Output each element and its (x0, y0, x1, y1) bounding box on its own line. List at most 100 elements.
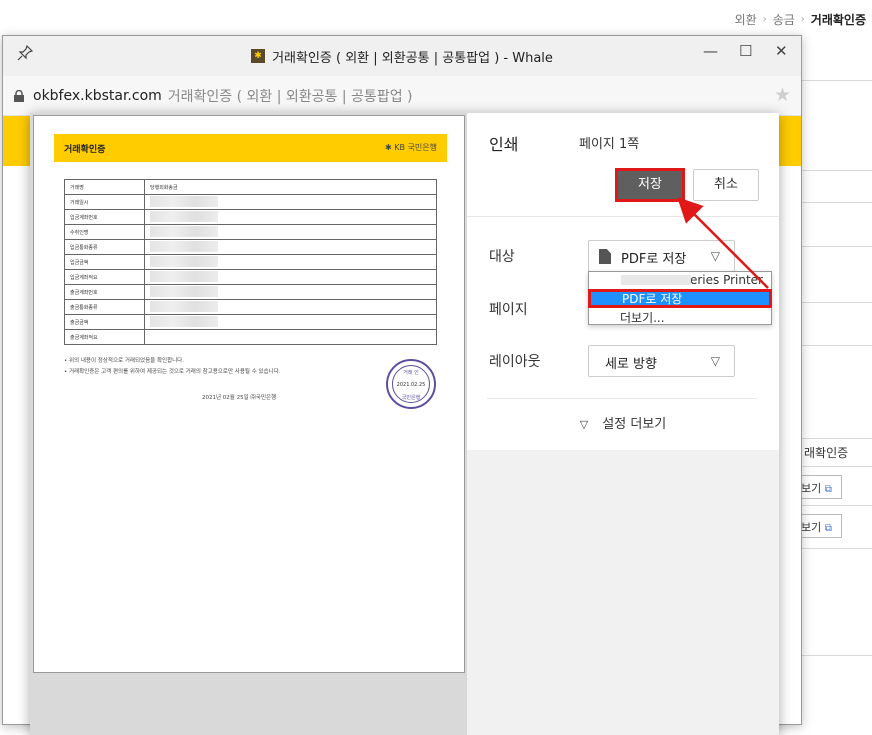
doc-row-label: 입금통화종류 (64, 239, 145, 255)
print-preview: 거래확인증 ✱ KB 국민은행 거래명 당행외화송금 거래일시 입금계좌번호 수취인명 입… (30, 113, 467, 735)
bank-logo: ✱ KB 국민은행 (385, 143, 437, 152)
destination-value: PDF로 저장 (621, 252, 687, 267)
cancel-button[interactable]: 취소 (693, 169, 759, 201)
divider (800, 655, 872, 656)
breadcrumb-item[interactable]: 외환 (735, 11, 757, 28)
doc-title-bar: 거래확인증 ✱ KB 국민은행 (54, 134, 447, 162)
doc-row-label: 입금금액 (64, 254, 145, 270)
column-header: 래확인증 (804, 446, 849, 460)
doc-table-row: 거래명 당행외화송금 (64, 179, 437, 195)
divider (800, 170, 872, 171)
doc-row-value: 당행외화송금 (144, 179, 437, 195)
doc-row-label: 입금계좌번호 (64, 209, 145, 225)
redacted-text (150, 270, 218, 282)
doc-row-value (144, 269, 437, 285)
redacted-text (150, 315, 218, 327)
maximize-icon[interactable]: ☐ (739, 42, 752, 60)
doc-table-row: 입금금액 (64, 254, 437, 270)
destination-select[interactable]: PDF로 저장 ▽ (588, 240, 735, 272)
doc-table-row: 출금계좌번호 (64, 284, 437, 300)
doc-table-row: 출금통화종류 (64, 299, 437, 315)
doc-table-row: 수취인명 (64, 224, 437, 240)
destination-dropdown: series Printer PDF로 저장 더보기... (588, 271, 772, 325)
divider (800, 246, 872, 247)
dropdown-option-save-pdf[interactable]: PDF로 저장 (588, 289, 772, 308)
divider (800, 302, 872, 303)
pin-icon[interactable] (17, 44, 34, 65)
doc-row-label: 수취인명 (64, 224, 145, 240)
divider (800, 80, 872, 81)
view-button[interactable]: 보기 ⧉ (796, 514, 842, 538)
more-settings-button[interactable]: ▽ 설정 더보기 (467, 413, 779, 432)
breadcrumb-separator-icon: › (800, 14, 805, 25)
redacted-text (621, 275, 691, 285)
window-titlebar[interactable]: ✱ 거래확인증 ( 외환 | 외환공통 | 공통팝업 ) - Whale — ☐… (3, 36, 801, 76)
bookmark-star-icon[interactable]: ★ (774, 84, 791, 106)
breadcrumb-separator-icon: › (762, 14, 767, 25)
layout-label: 레이아웃 (489, 354, 541, 370)
doc-row-label: 입금계좌적요 (64, 269, 145, 285)
site-favicon-icon: ✱ (251, 49, 266, 63)
breadcrumb-item[interactable]: 송금 (773, 11, 795, 28)
page-count: 페이지 1쪽 (579, 137, 640, 152)
doc-row-value (144, 329, 437, 345)
url-page-title: 거래확인증 ( 외환 | 외환공통 | 공통팝업 ) (167, 88, 413, 105)
view-button-label: 보기 (801, 521, 822, 534)
doc-row-label: 출금계좌번호 (64, 284, 145, 300)
print-dialog: 거래확인증 ✱ KB 국민은행 거래명 당행외화송금 거래일시 입금계좌번호 수취인명 입… (30, 113, 779, 735)
doc-row-label: 출금금액 (64, 314, 145, 330)
breadcrumb: 외환 › 송금 › 거래확인증 (735, 11, 866, 28)
minimize-icon[interactable]: — (703, 42, 718, 60)
divider (800, 548, 872, 549)
doc-table-row: 입금통화종류 (64, 239, 437, 255)
view-button[interactable]: 보기 ⧉ (796, 475, 842, 499)
divider (800, 202, 872, 203)
destination-label: 대상 (489, 249, 515, 265)
layout-value: 세로 방향 (605, 357, 657, 372)
dropdown-option-printer[interactable]: series Printer (589, 272, 771, 288)
save-button[interactable]: 저장 (615, 168, 685, 202)
doc-row-value (144, 314, 437, 330)
more-settings-label: 설정 더보기 (602, 417, 667, 432)
doc-row-label: 출금통화종류 (64, 299, 145, 315)
redacted-text (150, 285, 218, 297)
print-title: 인쇄 (489, 135, 519, 154)
doc-note: • 거래확인증은 고객 편의를 위하여 제공되는 것으로 거래의 참고용으로만 … (64, 369, 281, 375)
doc-row-label: 거래일시 (64, 194, 145, 210)
redacted-text (150, 195, 218, 207)
popup-window: ✱ 거래확인증 ( 외환 | 외환공통 | 공통팝업 ) - Whale — ☐… (2, 35, 802, 735)
doc-title: 거래확인증 (64, 145, 106, 155)
doc-note: • 위의 내용이 정상적으로 거래되었음을 확인합니다. (64, 358, 184, 364)
doc-issue-date: 2021년 02월 25일 ㈜국민은행 (202, 395, 277, 401)
dropdown-option-more[interactable]: 더보기... (589, 308, 771, 325)
external-link-icon: ⧉ (824, 523, 832, 534)
url-host: okbfex.kbstar.com (33, 87, 162, 104)
divider (800, 466, 872, 467)
doc-row-value (144, 194, 437, 210)
external-link-icon: ⧉ (824, 484, 832, 495)
doc-row-value (144, 239, 437, 255)
settings-footer-area (467, 450, 779, 735)
divider (800, 345, 872, 346)
redacted-text (150, 240, 218, 252)
print-settings-panel: 인쇄 페이지 1쪽 저장 취소 대상 PDF로 저장 ▽ series Prin… (467, 113, 779, 735)
layout-select[interactable]: 세로 방향 ▽ (588, 345, 735, 377)
doc-notes: • 위의 내용이 정상적으로 거래되었음을 확인합니다. • 거래확인증은 고객… (64, 356, 281, 378)
close-icon[interactable]: ✕ (775, 42, 788, 60)
doc-row-value (144, 209, 437, 225)
address-bar[interactable]: okbfex.kbstar.com 거래확인증 ( 외환 | 외환공통 | 공통… (3, 76, 801, 116)
preview-page: 거래확인증 ✱ KB 국민은행 거래명 당행외화송금 거래일시 입금계좌번호 수취인명 입… (33, 115, 465, 673)
redacted-text (150, 225, 218, 237)
pages-label: 페이지 (489, 302, 528, 318)
divider (487, 398, 757, 399)
doc-table-row: 출금계좌적요 (64, 329, 437, 345)
doc-table-row: 출금금액 (64, 314, 437, 330)
view-button-label: 보기 (801, 482, 822, 495)
divider (800, 505, 872, 506)
divider (467, 216, 779, 217)
redacted-text (150, 210, 218, 222)
doc-table-row: 입금계좌적요 (64, 269, 437, 285)
doc-table-row: 거래일시 (64, 194, 437, 210)
redacted-text (150, 300, 218, 312)
doc-table: 거래명 당행외화송금 거래일시 입금계좌번호 수취인명 입금통화종류 입금금액 입금계좌적요 출… (64, 179, 437, 345)
